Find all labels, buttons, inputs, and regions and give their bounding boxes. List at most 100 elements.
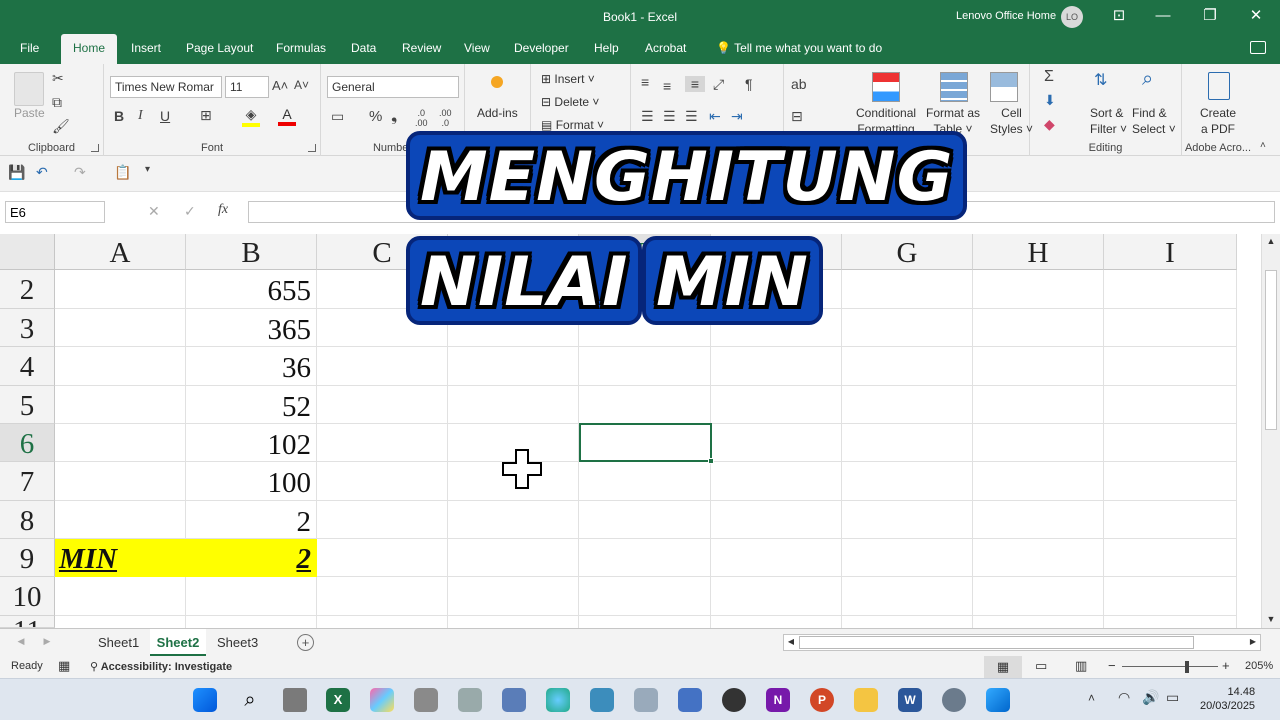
collapse-ribbon-icon[interactable]: ˄	[1260, 140, 1266, 151]
column-header-g[interactable]: G	[842, 234, 973, 270]
cell-b4[interactable]: 36	[186, 347, 317, 386]
tab-review[interactable]: Review	[402, 41, 441, 55]
insert-function-button[interactable]: fx	[218, 202, 228, 218]
wifi-icon[interactable]: ◠	[1118, 689, 1130, 706]
vertical-scroll-thumb[interactable]	[1265, 270, 1277, 430]
app-icon-5[interactable]	[678, 688, 702, 712]
align-right-icon[interactable]: ☰	[685, 108, 698, 125]
zoom-slider-thumb[interactable]	[1185, 661, 1189, 673]
undo-icon[interactable]: ↶	[36, 164, 48, 181]
active-cell-e6[interactable]	[579, 423, 714, 464]
cell-b5[interactable]: 52	[186, 386, 317, 424]
cell-b2[interactable]: 655	[186, 270, 317, 309]
word-icon[interactable]: W	[898, 688, 922, 712]
sheet-tab-sheet3[interactable]: Sheet3	[217, 635, 258, 650]
ribbon-display-icon[interactable]: ⊡	[1106, 4, 1132, 28]
tell-me-search[interactable]: 💡 Tell me what you want to do	[716, 41, 882, 55]
tab-file[interactable]: File	[20, 41, 39, 55]
autosum-icon[interactable]: Σ	[1044, 68, 1054, 86]
fill-icon[interactable]: ⬇	[1044, 92, 1056, 109]
tab-page-layout[interactable]: Page Layout	[186, 41, 253, 55]
onenote-icon[interactable]: N	[766, 688, 790, 712]
row-header-7[interactable]: 7	[0, 462, 55, 501]
align-center-icon[interactable]: ☰	[663, 108, 676, 125]
format-painter-icon[interactable]: 🖌	[52, 118, 70, 135]
settings-icon[interactable]	[942, 688, 966, 712]
battery-icon[interactable]: ▭	[1166, 689, 1179, 706]
zoom-level[interactable]: 205%	[1245, 660, 1273, 672]
middle-align-icon[interactable]: ≡	[663, 78, 671, 94]
restore-button[interactable]: ❐	[1197, 4, 1223, 28]
orientation-icon[interactable]: ⤢	[713, 76, 724, 93]
minimize-button[interactable]: —	[1150, 4, 1176, 28]
page-break-view-icon[interactable]: ▥	[1075, 658, 1087, 674]
scroll-right-icon[interactable]: ▶	[1246, 637, 1260, 646]
app-icon-2[interactable]	[458, 688, 482, 712]
zoom-slider[interactable]	[1122, 666, 1218, 667]
decrease-indent-icon[interactable]: ⇤	[709, 108, 721, 125]
comments-icon[interactable]	[1250, 41, 1266, 54]
text-direction-icon[interactable]: ¶	[745, 76, 753, 92]
bold-icon[interactable]: B	[114, 108, 124, 124]
scroll-left-icon[interactable]: ◀	[784, 637, 798, 646]
create-pdf-icon[interactable]	[1208, 72, 1230, 100]
app-icon-1[interactable]	[414, 688, 438, 712]
volume-icon[interactable]: 🔊	[1142, 689, 1159, 706]
paste-qat-icon[interactable]: 📋	[114, 164, 131, 181]
photos-icon[interactable]	[634, 688, 658, 712]
wrap-text-icon[interactable]: ab	[791, 76, 807, 92]
cell-styles-button[interactable]: Cell Styles ˅	[990, 105, 1033, 137]
find-select-icon[interactable]: ⌕	[1142, 68, 1153, 91]
save-icon[interactable]: 💾	[8, 164, 25, 181]
tab-acrobat[interactable]: Acrobat	[645, 41, 686, 55]
excel-taskbar-icon[interactable]: X	[326, 688, 350, 712]
cell-b3[interactable]: 365	[186, 309, 317, 347]
addins-icon[interactable]	[491, 76, 503, 88]
find-select-button[interactable]: Find & Select ˅	[1132, 105, 1176, 137]
comma-style-icon[interactable]: ❟	[391, 108, 397, 126]
normal-view-icon[interactable]: ▦	[984, 656, 1022, 678]
font-name-combo[interactable]: Times New Romar	[110, 76, 222, 98]
enter-icon[interactable]: ✓	[184, 203, 196, 220]
accounting-format-icon[interactable]: ▭	[331, 108, 344, 125]
app-icon-3[interactable]	[502, 688, 526, 712]
clear-icon[interactable]: ◆	[1044, 116, 1055, 133]
name-box[interactable]: E6	[5, 201, 105, 223]
underline-icon[interactable]: U	[160, 108, 170, 124]
task-view-icon[interactable]	[283, 688, 307, 712]
row-header-5[interactable]: 5	[0, 386, 55, 424]
decrease-decimal-icon[interactable]: .00.0	[439, 108, 452, 128]
tab-developer[interactable]: Developer	[514, 41, 569, 55]
font-size-combo[interactable]: 11	[225, 76, 269, 98]
insert-cells-button[interactable]: ⊞ Insert ˅	[541, 72, 595, 86]
redo-icon[interactable]: ↷	[74, 164, 86, 181]
search-icon[interactable]: ⌕	[238, 688, 262, 712]
account-name[interactable]: Lenovo Office Home	[956, 10, 1056, 22]
cell-a9[interactable]: MIN	[59, 539, 117, 577]
format-cells-button[interactable]: ▤ Format ˅	[541, 118, 604, 132]
tab-home[interactable]: Home	[61, 34, 118, 64]
decrease-font-icon[interactable]: A˅	[294, 78, 309, 92]
close-button[interactable]: ✕	[1243, 4, 1269, 28]
sheet-tab-sheet1[interactable]: Sheet1	[98, 635, 139, 650]
cell-styles-icon[interactable]	[990, 72, 1018, 102]
zoom-in-icon[interactable]: +	[1222, 658, 1230, 673]
merge-center-icon[interactable]: ⊟	[791, 108, 803, 125]
increase-font-icon[interactable]: A˄	[272, 78, 288, 93]
next-sheet-icon[interactable]: ▶	[40, 636, 54, 647]
clock[interactable]: 14.48 20/03/2025	[1200, 685, 1255, 713]
addins-button[interactable]: Add-ins	[477, 106, 518, 120]
row-header-11[interactable]: 11	[0, 616, 55, 628]
paste-icon[interactable]	[14, 72, 44, 106]
column-header-a[interactable]: A	[55, 234, 186, 270]
row-header-10[interactable]: 10	[0, 577, 55, 616]
browser-icon[interactable]	[546, 688, 570, 712]
clipboard-launcher-icon[interactable]	[91, 144, 99, 152]
customize-qat-icon[interactable]: ▾	[145, 164, 150, 175]
file-explorer-icon[interactable]	[854, 688, 878, 712]
start-icon[interactable]	[193, 688, 217, 712]
avatar[interactable]: LO	[1061, 6, 1083, 28]
row-header-4[interactable]: 4	[0, 347, 55, 386]
paste-button[interactable]: Paste	[14, 106, 45, 120]
powerpoint-icon[interactable]: P	[810, 688, 834, 712]
